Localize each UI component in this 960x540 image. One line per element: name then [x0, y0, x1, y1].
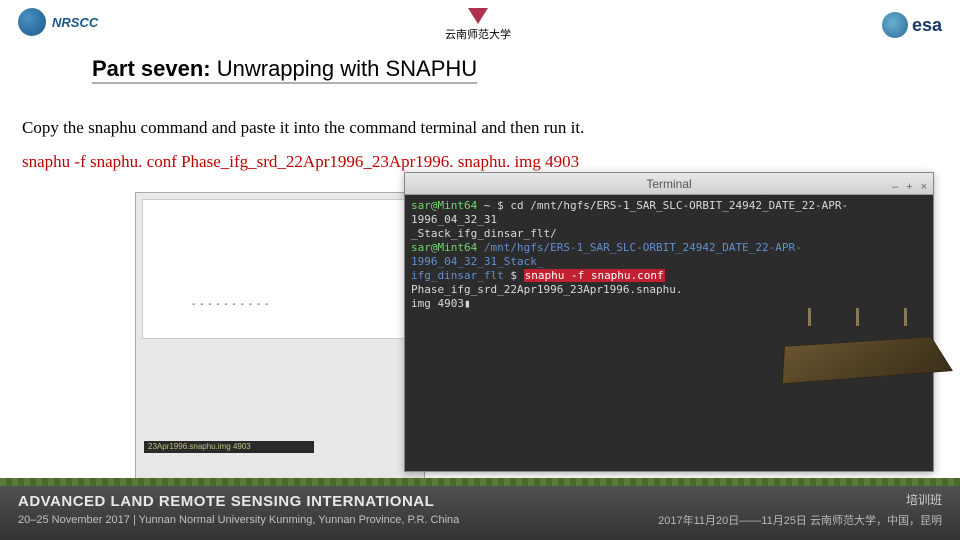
- antenna-icon: [808, 308, 811, 326]
- minimize-icon[interactable]: –: [892, 176, 898, 198]
- terminal-titlebar[interactable]: Terminal – + ×: [405, 173, 933, 195]
- nrscc-logo: NRSCC: [18, 8, 98, 36]
- terminal-line-3: sar@Mint64 /mnt/hgfs/ERS-1_SAR_SLC-ORBIT…: [411, 241, 927, 269]
- university-logo: 云南师范大学: [445, 8, 511, 42]
- footer-subtitle: 20–25 November 2017 | Yunnan Normal Univ…: [18, 514, 459, 526]
- footer-cn1: 培训班: [658, 491, 942, 508]
- footer-banner: ADVANCED LAND REMOTE SENSING INTERNATION…: [0, 478, 960, 540]
- terminal-line-2: _Stack_ifg_dinsar_flt/: [411, 227, 927, 241]
- terminal-title-text: Terminal: [646, 177, 691, 191]
- footer-separator: [0, 478, 960, 486]
- instruction-text: Copy the snaphu command and paste it int…: [22, 118, 584, 138]
- dots-row: - - - - - - - - - -: [192, 299, 269, 310]
- globe-icon: [18, 8, 46, 36]
- cursor-icon: ▮: [464, 297, 471, 310]
- background-window: - - - - - - - - - - 23Apr1996.snaphu.img…: [135, 192, 425, 480]
- title-bold: Part seven:: [92, 56, 211, 81]
- terminal-line-1: sar@Mint64 ~ $ cd /mnt/hgfs/ERS-1_SAR_SL…: [411, 199, 927, 227]
- esa-globe-icon: [882, 12, 908, 38]
- command-text: snaphu -f snaphu. conf Phase_ifg_srd_22A…: [22, 152, 579, 172]
- maximize-icon[interactable]: +: [906, 176, 912, 198]
- esa-text: esa: [912, 15, 942, 36]
- triangle-icon: [468, 8, 488, 24]
- footer-title: ADVANCED LAND REMOTE SENSING INTERNATION…: [18, 493, 459, 510]
- university-name: 云南师范大学: [445, 26, 511, 42]
- close-icon[interactable]: ×: [921, 176, 927, 198]
- slide-title: Part seven: Unwrapping with SNAPHU: [92, 56, 477, 82]
- background-bottom-line: 23Apr1996.snaphu.img 4903: [144, 441, 314, 453]
- background-window-inner: [142, 199, 418, 339]
- footer-right: 培训班 2017年11月20日——11月25日 云南师范大学，中国，昆明: [658, 491, 960, 528]
- terminal-controls: – + ×: [892, 176, 927, 198]
- antenna-icon: [904, 308, 907, 326]
- title-rest: Unwrapping with SNAPHU: [211, 56, 478, 81]
- solar-panel: [781, 337, 953, 384]
- footer-left: ADVANCED LAND REMOTE SENSING INTERNATION…: [0, 493, 459, 526]
- satellite-graphic: [760, 288, 960, 428]
- footer-cn2: 2017年11月20日——11月25日 云南师范大学，中国，昆明: [658, 512, 942, 528]
- header-logos: NRSCC 云南师范大学 esa: [0, 8, 960, 48]
- esa-logo: esa: [882, 12, 942, 38]
- antenna-icon: [856, 308, 859, 326]
- nrscc-text: NRSCC: [52, 15, 98, 30]
